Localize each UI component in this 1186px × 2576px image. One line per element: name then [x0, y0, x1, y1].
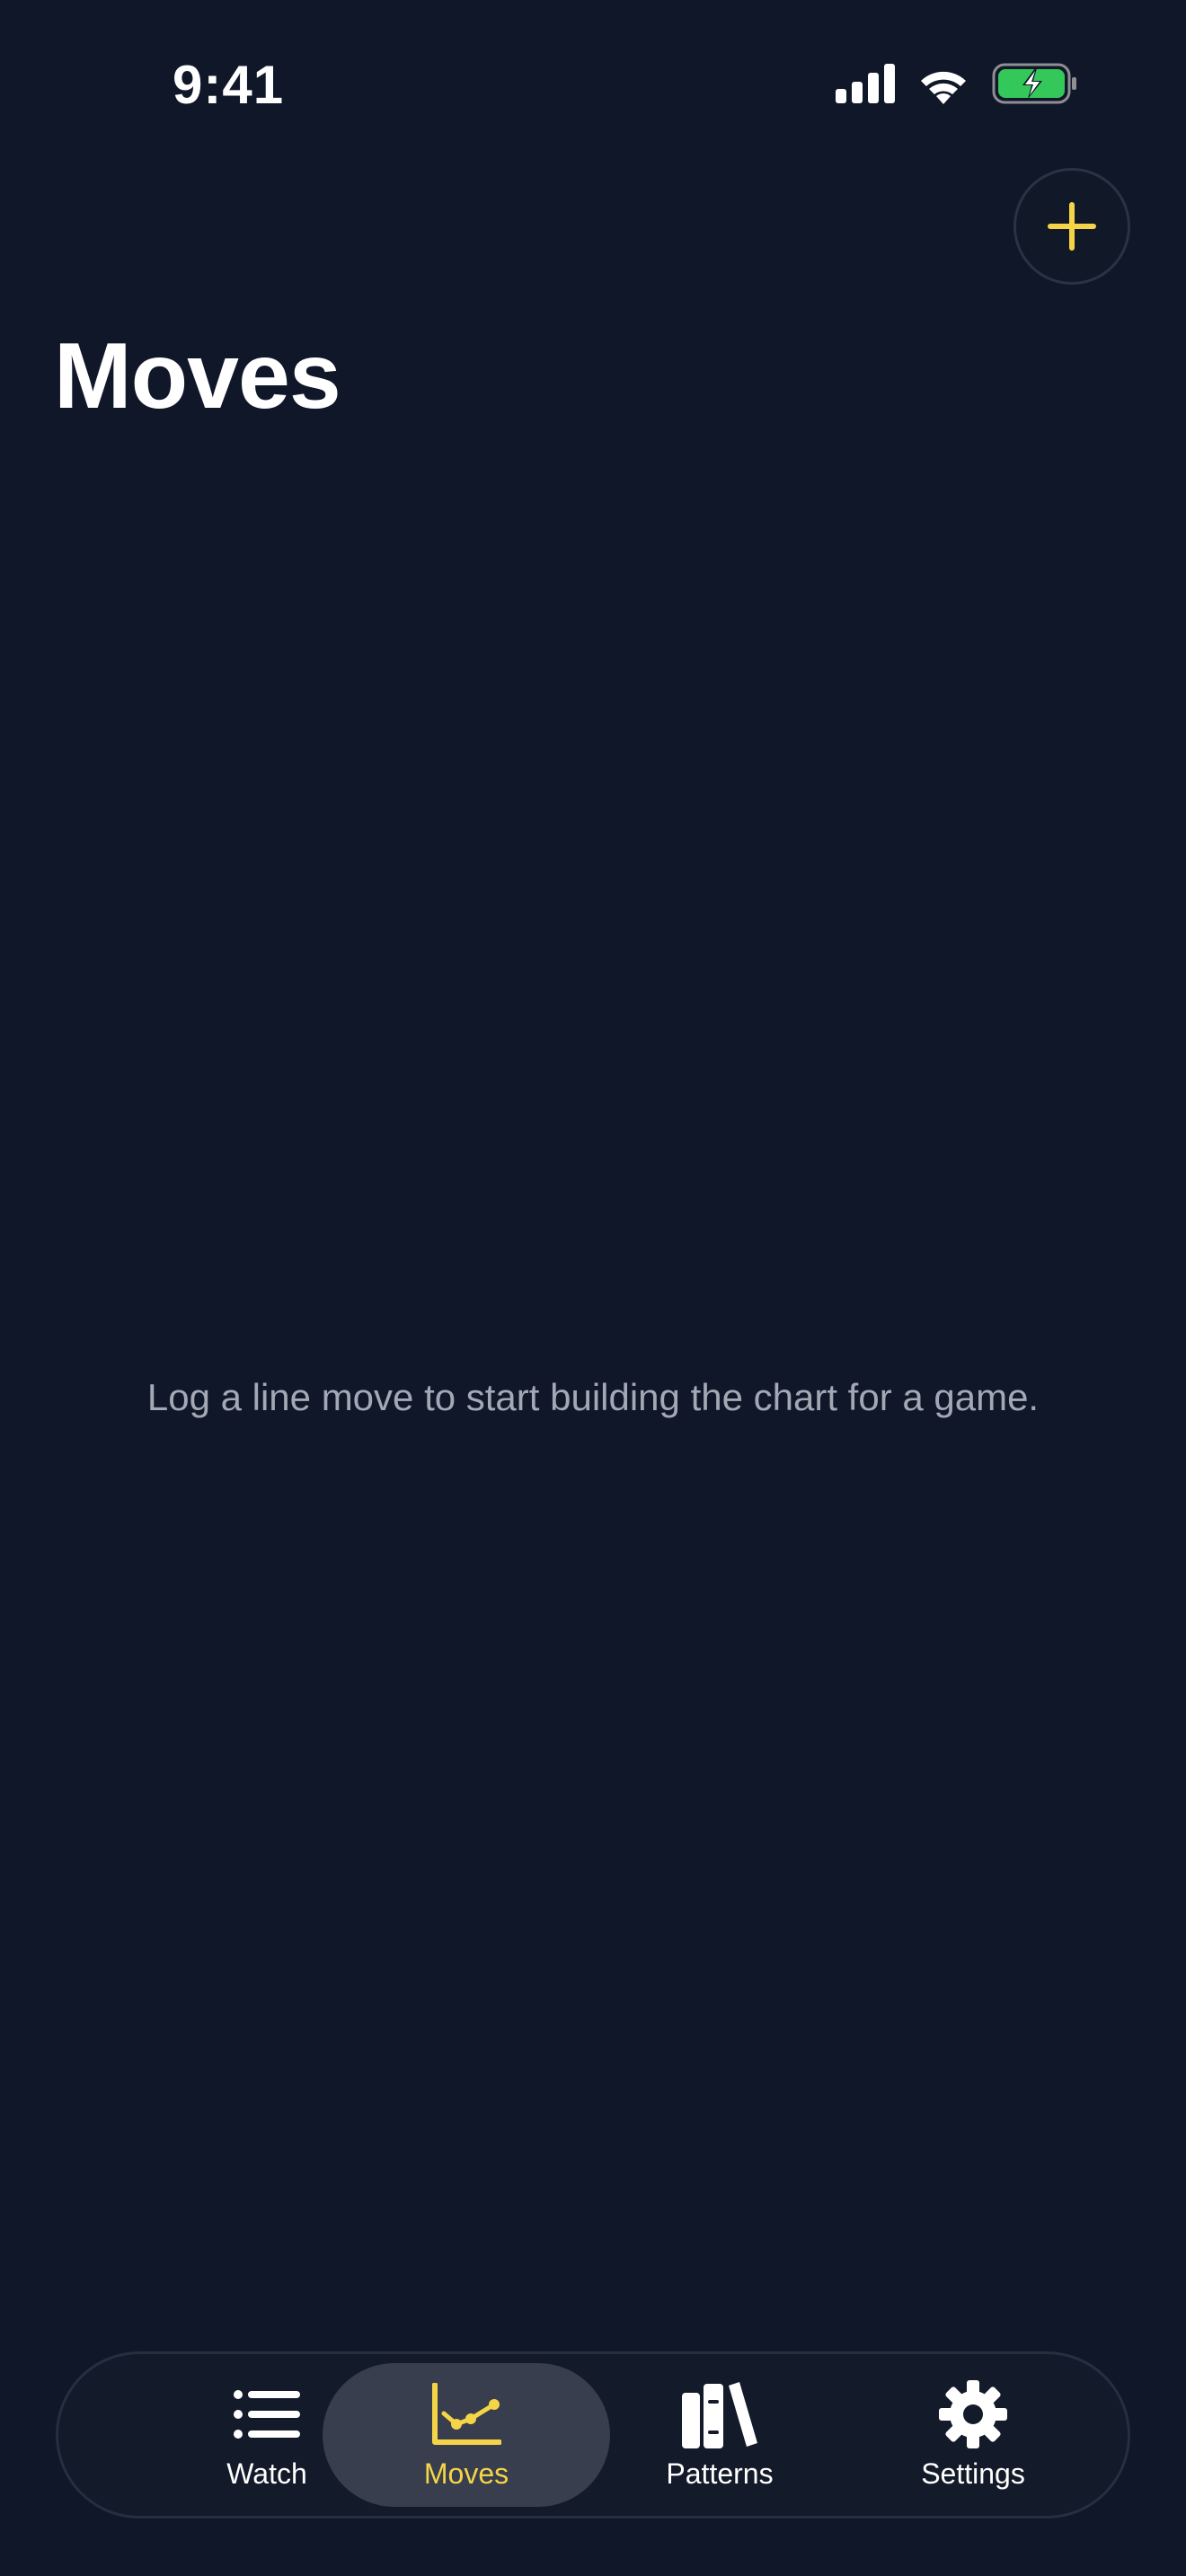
tab-patterns[interactable]: Patterns — [576, 2363, 863, 2507]
plus-icon — [1048, 202, 1096, 251]
empty-state-message: Log a line move to start building the ch… — [146, 1376, 1040, 1418]
tab-label: Moves — [423, 2457, 509, 2490]
tab-label: Watch — [226, 2457, 307, 2490]
gear-icon — [939, 2379, 1007, 2448]
cellular-signal-icon — [836, 64, 895, 103]
status-icons — [836, 63, 1078, 104]
tab-moves[interactable]: Moves — [323, 2363, 610, 2507]
tab-bar: Watch Moves Patterns Settings — [56, 2351, 1130, 2519]
page-title: Moves — [54, 324, 341, 428]
status-time: 9:41 — [173, 55, 285, 115]
tab-settings[interactable]: Settings — [829, 2363, 1117, 2507]
list-icon — [234, 2389, 300, 2439]
tab-label: Settings — [921, 2457, 1025, 2490]
tab-label: Patterns — [666, 2457, 774, 2490]
chart-line-icon — [432, 2382, 501, 2445]
moves-screen: 9:41 Moves Log a line move to start buil… — [0, 0, 1186, 2576]
wifi-icon — [921, 71, 966, 104]
books-icon — [682, 2381, 757, 2448]
add-move-button[interactable] — [1013, 168, 1130, 285]
battery-charging-icon — [992, 63, 1076, 104]
